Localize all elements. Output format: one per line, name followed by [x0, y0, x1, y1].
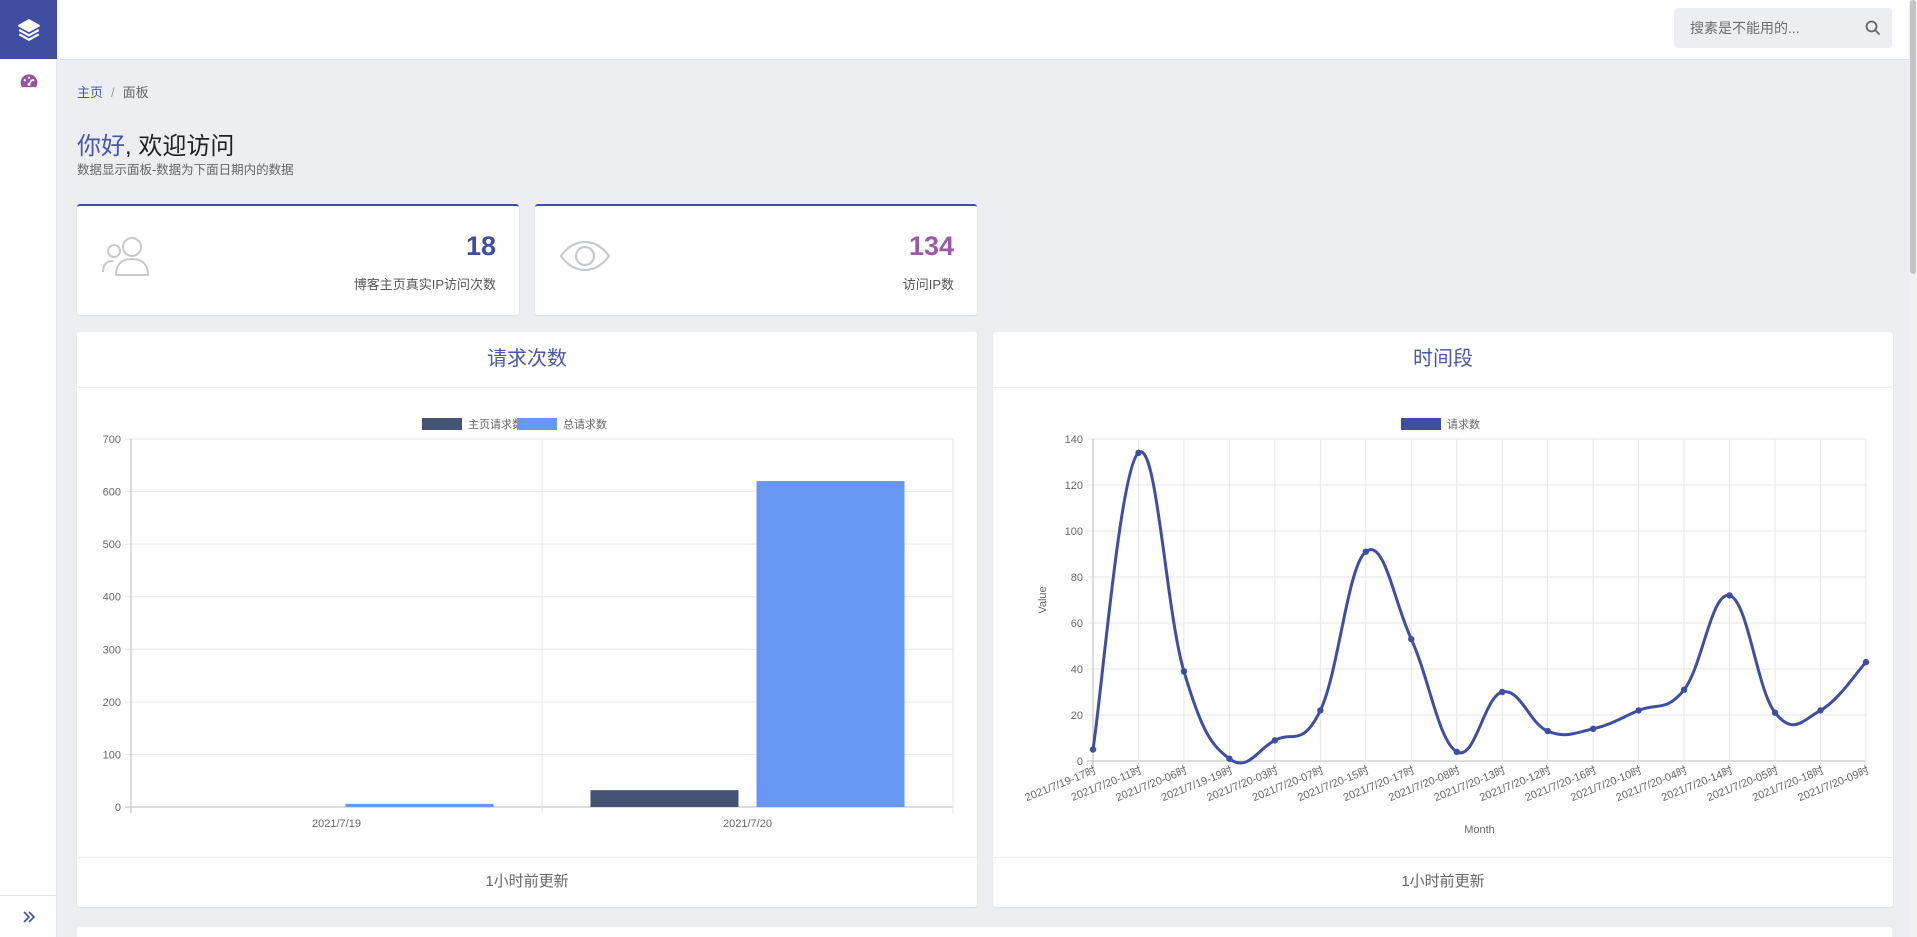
- bar: [756, 481, 905, 807]
- data-point: [1089, 746, 1097, 753]
- breadcrumb-home[interactable]: 主页: [77, 85, 103, 100]
- y-tick-label: 100: [103, 749, 121, 761]
- y-tick-label: 200: [103, 697, 121, 709]
- series-line: [1091, 450, 1868, 765]
- greeting-hi: 你好: [77, 133, 125, 160]
- bar: [345, 803, 494, 807]
- data-point: [1499, 688, 1506, 696]
- page-subtitle: 数据显示面板-数据为下面日期内的数据: [77, 163, 294, 177]
- search-box: [1674, 8, 1892, 48]
- top-bar: [57, 0, 1917, 60]
- line-chart: 请求数0204060801001201402021/7/19-17时2021/7…: [1023, 418, 1871, 836]
- data-point: [1317, 707, 1324, 714]
- sidebar-expand-button[interactable]: [0, 895, 57, 937]
- y-tick-label: 700: [103, 434, 121, 446]
- panel-title: 时间段: [993, 332, 1893, 388]
- data-point: [1771, 709, 1779, 716]
- breadcrumb-current: 面板: [122, 85, 149, 100]
- y-tick-label: 0: [115, 802, 121, 814]
- data-point: [1226, 755, 1233, 762]
- bar-chart: 主页请求数 总请求数 0 100 200 300 400 500 600 700 2021/7/19…: [103, 417, 954, 830]
- data-point: [1635, 707, 1642, 714]
- stat-value: 134: [908, 231, 954, 261]
- stat-card-blog-visits: 18 博客主页真实IP访问次数: [77, 204, 519, 315]
- search-input[interactable]: [1674, 8, 1854, 48]
- data-point: [1726, 592, 1733, 599]
- eye-icon: [559, 240, 611, 272]
- x-axis-title: Month: [1464, 824, 1495, 836]
- panel-footer: 1小时前更新: [77, 857, 977, 907]
- y-tick-label: 500: [103, 539, 121, 551]
- users-icon: [102, 237, 150, 276]
- legend-swatch: [1401, 418, 1441, 430]
- page-scrollbar[interactable]: [1909, 0, 1917, 937]
- data-point: [1180, 668, 1188, 675]
- y-tick-label: 60: [1071, 618, 1083, 630]
- panel-footer: 1小时前更新: [993, 857, 1893, 907]
- bar: [590, 790, 739, 807]
- stat-value: 18: [465, 231, 496, 261]
- stat-label: 博客主页真实IP访问次数: [353, 277, 496, 292]
- time-period-panel: 时间段 请求数 0 20 40 60 80 100 120 140 2021/7/19-17时 20…: [993, 332, 1893, 907]
- greeting-rest: , 欢迎访问: [125, 133, 235, 160]
- stat-label: 访问IP数: [902, 277, 954, 292]
- logo[interactable]: [0, 0, 57, 59]
- y-tick-label: 20: [1071, 710, 1083, 722]
- y-tick-label: 600: [103, 487, 121, 499]
- next-card: [77, 927, 1892, 937]
- data-point: [1453, 748, 1460, 755]
- data-point: [1271, 737, 1279, 744]
- data-point: [1680, 686, 1688, 693]
- legend-swatch: [422, 418, 462, 430]
- breadcrumb: 主页 / 面板: [77, 82, 149, 101]
- data-point: [1408, 635, 1415, 643]
- y-tick-label: 140: [1065, 434, 1083, 446]
- data-point: [1362, 548, 1370, 555]
- data-point: [1817, 707, 1824, 714]
- legend-label: 总请求数: [563, 417, 607, 431]
- data-point: [1862, 658, 1870, 666]
- y-tick-label: 100: [1065, 526, 1083, 538]
- panel-title: 请求次数: [77, 332, 977, 388]
- data-point: [1135, 449, 1142, 456]
- data-point: [1544, 727, 1551, 735]
- sidebar: [0, 0, 57, 937]
- legend-swatch: [517, 418, 557, 430]
- double-chevron-right-icon: [22, 910, 35, 923]
- layers-icon: [17, 18, 40, 41]
- legend-label: 请求数: [1447, 418, 1480, 431]
- stat-card-ip-count: 134 访问IP数: [535, 204, 977, 315]
- data-point: [1589, 725, 1597, 732]
- y-axis-title: Value: [1037, 586, 1049, 613]
- legend-label: 主页请求数: [468, 418, 523, 431]
- page-title: 你好, 欢迎访问: [77, 126, 234, 161]
- x-tick-label: 2021/7/20: [723, 818, 772, 830]
- y-tick-label: 80: [1071, 572, 1083, 584]
- y-tick-label: 300: [103, 644, 121, 656]
- y-tick-label: 0: [1077, 756, 1083, 768]
- y-tick-label: 400: [103, 592, 121, 604]
- breadcrumb-separator: /: [111, 85, 115, 100]
- y-tick-label: 120: [1065, 480, 1083, 492]
- x-tick-label: 2021/7/19: [312, 818, 361, 830]
- y-tick-label: 40: [1071, 664, 1083, 676]
- request-count-panel: 请求次数 主页请求数 总请求数 0 100 200 300 400 500 600 700 2021…: [77, 332, 977, 907]
- search-icon[interactable]: [1865, 20, 1881, 36]
- dashboard-icon: [20, 74, 37, 88]
- sidebar-item-dashboard[interactable]: [0, 59, 57, 103]
- scrollbar-thumb[interactable]: [1910, 0, 1916, 274]
